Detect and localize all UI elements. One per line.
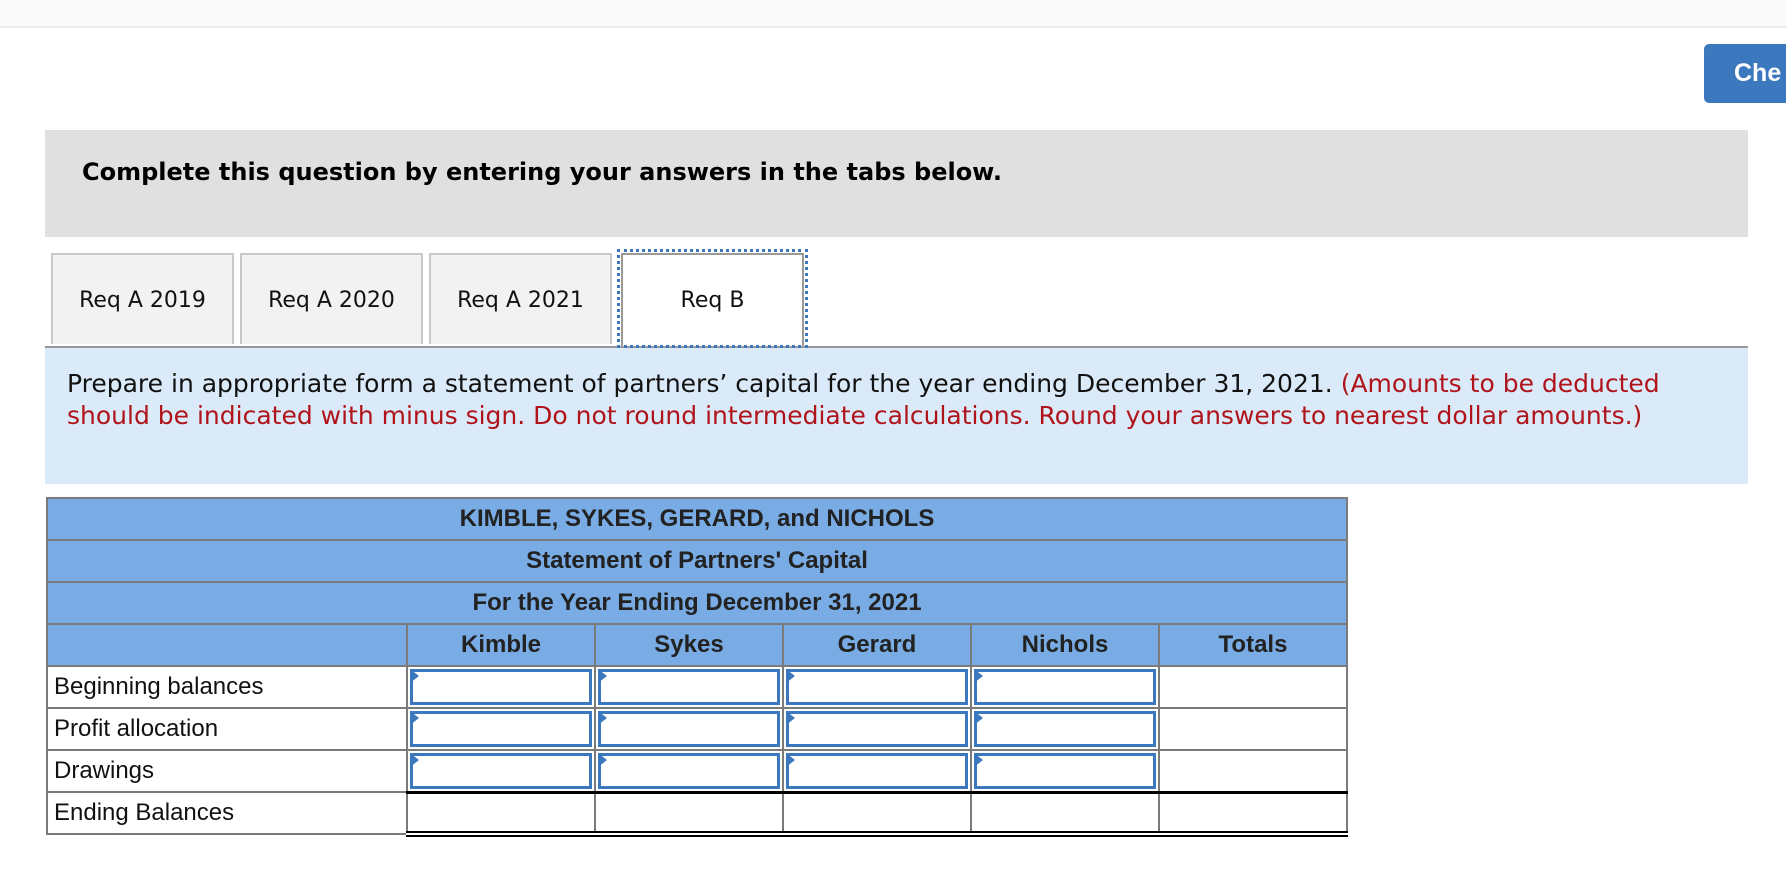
- input-marker-icon: [598, 711, 607, 725]
- row-label: Ending Balances: [46, 791, 408, 835]
- ending-balance-total: [1158, 790, 1348, 837]
- input-marker-icon: [974, 711, 983, 725]
- tab-req-a-2019[interactable]: Req A 2019: [51, 253, 234, 344]
- profit-allocation-total: [1158, 707, 1348, 751]
- column-header-nichols: Nichols: [970, 623, 1160, 667]
- input-marker-icon: [786, 753, 795, 767]
- profit-allocation-kimble-input[interactable]: [406, 707, 596, 751]
- beginning-balance-kimble-input[interactable]: [406, 665, 596, 709]
- ending-balance-sykes: [594, 790, 784, 837]
- column-header-totals: Totals: [1158, 623, 1348, 667]
- ending-balance-gerard: [782, 790, 972, 837]
- statement-company-name: KIMBLE, SYKES, GERARD, and NICHOLS: [46, 497, 1348, 541]
- drawings-kimble-input[interactable]: [406, 749, 596, 793]
- statement-title: Statement of Partners' Capital: [46, 539, 1348, 583]
- input-marker-icon: [786, 711, 795, 725]
- row-label: Beginning balances: [46, 665, 408, 709]
- input-field[interactable]: [786, 711, 968, 747]
- table-row-beginning-balances: Beginning balances: [46, 665, 1348, 709]
- input-field[interactable]: [974, 753, 1156, 789]
- row-label: Drawings: [46, 749, 408, 793]
- input-field[interactable]: [974, 711, 1156, 747]
- drawings-gerard-input[interactable]: [782, 749, 972, 793]
- drawings-nichols-input[interactable]: [970, 749, 1160, 793]
- statement-of-partners-capital-table: KIMBLE, SYKES, GERARD, and NICHOLS State…: [46, 497, 1348, 837]
- instructions-main: Prepare in appropriate form a statement …: [67, 369, 1333, 398]
- input-field[interactable]: [974, 669, 1156, 705]
- question-header: Complete this question by entering your …: [45, 130, 1748, 237]
- check-my-work-button[interactable]: Che: [1704, 44, 1786, 103]
- ending-balance-kimble: [406, 790, 596, 837]
- column-header-blank: [46, 623, 408, 667]
- beginning-balance-total: [1158, 665, 1348, 709]
- input-field[interactable]: [786, 669, 968, 705]
- profit-allocation-sykes-input[interactable]: [594, 707, 784, 751]
- tab-req-b[interactable]: Req B: [617, 249, 808, 348]
- table-row-drawings: Drawings: [46, 749, 1348, 793]
- input-marker-icon: [974, 753, 983, 767]
- instructions-panel: Prepare in appropriate form a statement …: [45, 348, 1748, 484]
- input-field[interactable]: [786, 753, 968, 789]
- input-field[interactable]: [598, 669, 780, 705]
- beginning-balance-nichols-input[interactable]: [970, 665, 1160, 709]
- input-field[interactable]: [598, 711, 780, 747]
- input-marker-icon: [598, 669, 607, 683]
- table-row-ending-balances: Ending Balances: [46, 790, 1348, 837]
- input-field[interactable]: [410, 711, 592, 747]
- input-field[interactable]: [410, 753, 592, 789]
- input-marker-icon: [410, 711, 419, 725]
- drawings-sykes-input[interactable]: [594, 749, 784, 793]
- statement-period: For the Year Ending December 31, 2021: [46, 581, 1348, 625]
- input-marker-icon: [974, 669, 983, 683]
- row-label: Profit allocation: [46, 707, 408, 751]
- top-bar: [0, 0, 1786, 28]
- column-header-gerard: Gerard: [782, 623, 972, 667]
- beginning-balance-gerard-input[interactable]: [782, 665, 972, 709]
- profit-allocation-nichols-input[interactable]: [970, 707, 1160, 751]
- tab-req-a-2020[interactable]: Req A 2020: [240, 253, 423, 344]
- question-title: Complete this question by entering your …: [82, 158, 1002, 186]
- ending-balance-nichols: [970, 790, 1160, 837]
- tab-req-a-2021[interactable]: Req A 2021: [429, 253, 612, 344]
- input-marker-icon: [598, 753, 607, 767]
- beginning-balance-sykes-input[interactable]: [594, 665, 784, 709]
- table-row-profit-allocation: Profit allocation: [46, 707, 1348, 751]
- tab-bar: Req A 2019 Req A 2020 Req A 2021 Req B: [45, 249, 1748, 348]
- profit-allocation-gerard-input[interactable]: [782, 707, 972, 751]
- column-header-sykes: Sykes: [594, 623, 784, 667]
- drawings-total: [1158, 749, 1348, 793]
- input-field[interactable]: [410, 669, 592, 705]
- input-field[interactable]: [598, 753, 780, 789]
- instructions-text: Prepare in appropriate form a statement …: [67, 368, 1747, 432]
- column-header-kimble: Kimble: [406, 623, 596, 667]
- input-marker-icon: [410, 669, 419, 683]
- input-marker-icon: [786, 669, 795, 683]
- input-marker-icon: [410, 753, 419, 767]
